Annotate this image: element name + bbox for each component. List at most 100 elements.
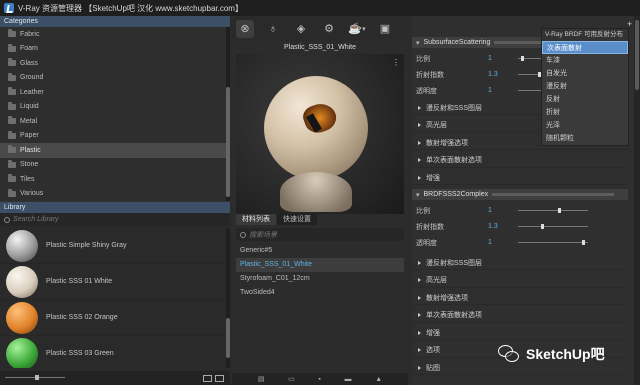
material-thumbnail (6, 229, 38, 262)
category-item-various[interactable]: Various (0, 187, 226, 202)
category-item-glass[interactable]: Glass (0, 56, 226, 71)
library-item[interactable]: Plastic SSS 02 Orange (0, 300, 226, 336)
collapsible-section[interactable]: 单次表面散射选项 (412, 309, 628, 323)
category-item-leather[interactable]: Leather (0, 85, 226, 100)
folder-icon (8, 145, 16, 154)
gear-icon: ⚙ (324, 23, 334, 35)
slider-knob[interactable] (35, 375, 39, 380)
preview-menu-icon[interactable]: ⋮ (392, 58, 400, 67)
triangle-right-icon (418, 158, 421, 162)
property-slider[interactable] (518, 208, 588, 213)
category-item-foam[interactable]: Foam (0, 42, 226, 57)
library-item[interactable]: Plastic Simple Shiny Gray (0, 228, 226, 264)
library-search-input[interactable]: Search Library (0, 213, 230, 226)
tab-material-list[interactable]: 材料列表 (236, 214, 276, 225)
material-item[interactable]: Styrofoam_C01_12cm (236, 272, 404, 286)
property-value[interactable]: 1 (488, 239, 518, 246)
library-item[interactable]: Plastic SSS 03 Green (0, 336, 226, 368)
category-item-tiles[interactable]: Tiles (0, 172, 226, 187)
tab-quick-settings[interactable]: 快速设置 (277, 214, 317, 225)
lights-tab-button[interactable]: ♁ (264, 20, 282, 38)
grid-view-icon[interactable] (203, 374, 212, 382)
material-item[interactable]: Plastic_SSS_01_White (236, 258, 404, 272)
triangle-right-icon (418, 278, 421, 282)
collapsible-section[interactable]: 高光层 (412, 274, 628, 288)
properties-scrollbar[interactable] (634, 16, 640, 385)
list-view-icon[interactable] (215, 374, 224, 382)
dropdown-item[interactable]: 自发光 (542, 67, 628, 80)
geometry-tab-button[interactable]: ◈ (292, 20, 310, 38)
open-file-icon[interactable]: ▭ (288, 375, 295, 383)
materials-tab-button[interactable]: ⊗ (236, 19, 254, 38)
purge-icon[interactable]: ▲ (375, 376, 382, 383)
material-item[interactable]: TwoSided4 (236, 286, 404, 300)
category-label: Ground (20, 74, 44, 82)
section-brdfsss2complex[interactable]: ▾ BRDFSSS2Complex (412, 189, 628, 200)
category-item-liquid[interactable]: Liquid (0, 100, 226, 115)
dropdown-item[interactable]: 反射 (542, 93, 628, 106)
property-value[interactable]: 1 (488, 87, 518, 94)
library-footer (0, 371, 230, 385)
watermark-text: SketchUp吧 (526, 346, 605, 362)
collapsible-label: 散射增强选项 (426, 139, 468, 147)
dropdown-item[interactable]: 折射 (542, 106, 628, 119)
scrollbar-thumb[interactable] (226, 318, 230, 358)
categories-header: Categories (0, 16, 230, 27)
collapsible-label: 漫反射和SSS图层 (426, 259, 483, 267)
property-label: 比例 (416, 55, 430, 63)
slider-knob[interactable] (521, 56, 524, 61)
slider-knob[interactable] (582, 240, 585, 245)
property-slider[interactable] (518, 224, 588, 229)
property-value[interactable]: 1 (488, 55, 518, 62)
dropdown-item[interactable]: 车漆 (542, 54, 628, 67)
thumbnail-size-slider[interactable] (5, 375, 65, 380)
scrollbar-thumb[interactable] (226, 87, 230, 197)
category-item-metal[interactable]: Metal (0, 114, 226, 129)
collapsible-section[interactable]: 增强 (412, 171, 628, 185)
collapsible-label: 增强 (426, 329, 440, 337)
library-scrollbar[interactable] (226, 228, 230, 368)
collapsible-section[interactable]: 漫反射和SSS图层 (412, 256, 628, 270)
new-material-icon[interactable]: ▤ (258, 375, 265, 383)
frame-icon: ▣ (379, 23, 391, 35)
scrollbar-thumb[interactable] (635, 20, 639, 90)
dropdown-item[interactable]: 随机颗粒 (542, 132, 628, 145)
slider-knob[interactable] (558, 208, 561, 213)
search-icon (4, 216, 10, 223)
categories-scrollbar[interactable] (226, 27, 230, 201)
category-item-fabric[interactable]: Fabric (0, 27, 226, 42)
preview-ball (264, 76, 368, 180)
render-elements-button[interactable]: ☕ ▾ (348, 20, 366, 38)
category-item-ground[interactable]: Ground (0, 71, 226, 86)
folder-icon (8, 101, 16, 110)
property-value[interactable]: 1 (488, 207, 518, 214)
property-row: 折射指数 1.3 (412, 220, 628, 233)
property-value[interactable]: 1.3 (488, 71, 518, 78)
add-icon[interactable]: + (627, 19, 632, 29)
triangle-right-icon (418, 105, 421, 110)
frame-buffer-button[interactable]: ▣ (376, 20, 394, 38)
collapsible-section[interactable]: 增强 (412, 326, 628, 340)
dropdown-item[interactable]: 光泽 (542, 119, 628, 132)
collapsible-section[interactable]: 散射增强选项 (412, 291, 628, 305)
category-item-plastic[interactable]: Plastic (0, 143, 226, 158)
slider-knob[interactable] (541, 224, 544, 229)
category-item-stone[interactable]: Stone (0, 158, 226, 173)
property-value[interactable]: 1.3 (488, 223, 518, 230)
property-slider[interactable] (518, 240, 588, 245)
library-item[interactable]: Plastic SSS 01 White (0, 264, 226, 300)
delete-icon[interactable]: ▬ (345, 376, 352, 383)
dropdown-item[interactable]: 漫反射 (542, 80, 628, 93)
library-list: Plastic Simple Shiny Gray Plastic SSS 01… (0, 228, 226, 368)
category-item-paper[interactable]: Paper (0, 129, 226, 144)
property-label: 比例 (416, 207, 430, 215)
chevron-down-icon: ▾ (416, 39, 420, 47)
material-item[interactable]: Generic#5 (236, 244, 404, 258)
material-search-input[interactable]: 搜索场景 (236, 228, 404, 241)
settings-tab-button[interactable]: ⚙ (320, 20, 338, 38)
category-label: Stone (20, 161, 39, 169)
dropdown-item[interactable]: 次表面散射 (542, 41, 628, 54)
save-icon[interactable]: ▪ (318, 376, 320, 383)
collapsible-section[interactable]: 单次表面散射选项 (412, 154, 628, 168)
library-item-label: Plastic SSS 03 Green (46, 350, 114, 357)
